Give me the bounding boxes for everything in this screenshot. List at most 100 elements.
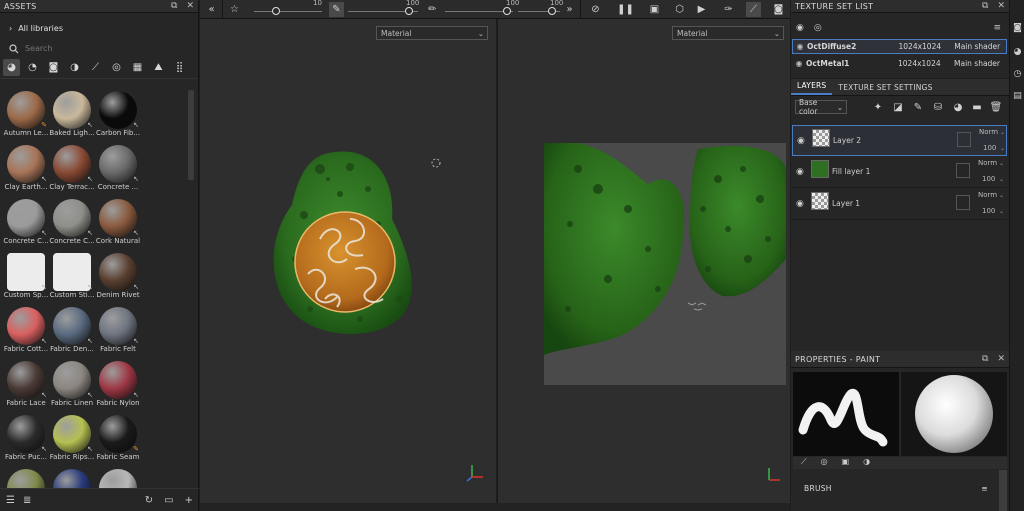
alpha-tab-icon[interactable]: ◎ <box>821 457 828 469</box>
close-panel-icon[interactable]: ✕ <box>186 1 194 11</box>
eye-icon[interactable]: ◉ <box>793 42 807 51</box>
collapse-left-icon[interactable]: « <box>204 2 219 17</box>
expand-toolbar-icon[interactable]: » <box>562 2 577 17</box>
close-panel-icon[interactable]: ✕ <box>997 1 1005 11</box>
pressure-brush-icon[interactable]: ✎ <box>329 2 344 17</box>
flow-slider-handle[interactable] <box>405 7 413 15</box>
material-tile[interactable]: ↖ Fabric Den... <box>49 304 95 358</box>
material-tile[interactable]: ↖ Concrete C... <box>3 196 49 250</box>
brush-section-header[interactable]: BRUSH ≡ <box>793 479 998 497</box>
camera-video-icon[interactable]: ▶ <box>694 2 709 17</box>
delete-layer-icon[interactable]: 🗑 <box>989 100 1003 114</box>
screenshot-camera-icon[interactable]: ◙ <box>771 2 786 17</box>
material-tile[interactable]: ↖ Denim Rivet <box>95 250 141 304</box>
list-view-icon[interactable]: ☰ <box>6 495 15 506</box>
float-panel-icon[interactable]: ⧉ <box>982 354 988 364</box>
brush-shape-icon[interactable]: ☆ <box>227 2 242 17</box>
texture-set-menu-icon[interactable]: ≡ <box>993 23 1001 33</box>
material-tile[interactable]: ↖ Fabric Rips... <box>49 412 95 466</box>
eye-icon[interactable]: ◉ <box>796 167 804 177</box>
eye-icon[interactable]: ◉ <box>796 199 804 209</box>
material-tile[interactable]: ↖ Clay Earth... <box>3 142 49 196</box>
filter-materials-icon[interactable]: ◕ <box>3 59 20 76</box>
paint-brush-icon[interactable]: ⟋ <box>746 2 761 17</box>
material-tile[interactable]: ↖ Carbon Fib... <box>95 88 141 142</box>
float-panel-icon[interactable]: ⧉ <box>982 1 988 11</box>
material-tile[interactable]: ↖ Clay Terrac... <box>49 142 95 196</box>
add-mask-icon[interactable]: ◪ <box>891 100 905 114</box>
material-tile[interactable]: ↖ Fabric Lace <box>3 358 49 412</box>
display-mode-icon[interactable]: ▣ <box>647 2 662 17</box>
material-tile[interactable]: ↖ Fabric Puc... <box>3 412 49 466</box>
blend-mode[interactable]: Norm <box>978 191 997 199</box>
layer-opacity[interactable]: 100 <box>982 175 995 183</box>
opacity-slider-handle[interactable] <box>503 7 511 15</box>
size-slider-handle[interactable] <box>272 7 280 15</box>
pause-icon[interactable]: ❚❚ <box>617 2 634 17</box>
layer-mask-slot[interactable] <box>956 163 970 178</box>
brush-tab-icon[interactable]: ⟋ <box>801 457 807 469</box>
symmetry-off-icon[interactable]: ⊘ <box>588 2 603 17</box>
material-tile[interactable]: ↖ Baked Ligh... <box>49 88 95 142</box>
material-tile[interactable]: ↖ Fabric Linen <box>49 358 95 412</box>
dropper-icon[interactable]: ✑ <box>721 2 736 17</box>
history-icon[interactable]: ◷ <box>1012 68 1023 79</box>
material-tile[interactable]: ↖ Concrete ... <box>95 142 141 196</box>
section-menu-icon[interactable]: ≡ <box>981 484 988 493</box>
texture-set-row[interactable]: ◉ OctMetal1 1024x1024 Main shader <box>792 56 1007 71</box>
search-input[interactable] <box>25 44 175 53</box>
layer-row[interactable]: ◉ Fill layer 1 Norm 100 ⌄ ⌄ <box>792 157 1007 188</box>
refresh-icon[interactable]: ↻ <box>145 495 153 506</box>
log-icon[interactable]: ▤ <box>1012 90 1023 101</box>
material-tile[interactable] <box>49 466 95 488</box>
add-paint-layer-icon[interactable]: ✎ <box>911 100 925 114</box>
channel-dropdown[interactable]: Base color ⌄ <box>795 98 847 116</box>
material-tile[interactable]: ↖ Custom Sti... <box>49 250 95 304</box>
layer-row[interactable]: ◉ Layer 1 Norm 100 ⌄ ⌄ <box>792 189 1007 220</box>
material-tile[interactable]: ✎ Fabric Seam <box>95 412 141 466</box>
eye-icon[interactable]: ◉ <box>797 136 805 146</box>
texture-set-row[interactable]: ◉ OctDiffuse2 1024x1024 Main shader <box>792 39 1007 54</box>
filter-brushes-icon[interactable]: ⟋ <box>87 59 104 76</box>
material-tile[interactable]: ↖ Fabric Felt <box>95 304 141 358</box>
stencil-tab-icon[interactable]: ▣ <box>842 457 850 469</box>
viewport-3d[interactable]: Material ⌄ <box>200 19 496 503</box>
filter-environments-icon[interactable]: ⛰ <box>150 59 167 76</box>
filter-alphas-icon[interactable]: ◎ <box>108 59 125 76</box>
float-panel-icon[interactable]: ⧉ <box>171 1 177 11</box>
details-view-icon[interactable]: ≣ <box>23 495 31 506</box>
blend-mode[interactable]: Norm <box>978 159 997 167</box>
layer-opacity[interactable]: 100 <box>982 207 995 215</box>
material-tile[interactable]: ✎ Autumn Le... <box>3 88 49 142</box>
add-folder-icon[interactable]: ▬ <box>970 100 984 114</box>
add-icon[interactable]: + <box>185 495 193 506</box>
material-tile[interactable]: ↖ Custom Sp... <box>3 250 49 304</box>
add-smart-material-icon[interactable]: ◕ <box>951 100 965 114</box>
filter-smart-materials-icon[interactable]: ◔ <box>24 59 41 76</box>
tab-layers[interactable]: LAYERS <box>791 81 833 95</box>
material-tab-icon[interactable]: ◑ <box>863 457 870 469</box>
assets-scrollbar[interactable] <box>188 90 194 180</box>
layer-mask-slot[interactable] <box>957 132 971 147</box>
eye-toggle-all-icon[interactable]: ◉ <box>796 23 804 33</box>
layer-opacity[interactable]: 100 <box>983 144 996 152</box>
filter-textures-icon[interactable]: ▦ <box>129 59 146 76</box>
eye-solo-icon[interactable]: ◎ <box>814 23 822 33</box>
add-effect-icon[interactable]: ✦ <box>871 100 885 114</box>
material-tile[interactable]: ↖ Cork Natural <box>95 196 141 250</box>
library-selector[interactable]: › All libraries <box>0 20 198 37</box>
material-tile[interactable]: ↖ Fabric Nylon <box>95 358 141 412</box>
viewport-2d[interactable]: Material ⌄ <box>497 19 790 503</box>
layer-row[interactable]: ◉ Layer 2 Norm 100 ⌄ ⌄ <box>792 125 1007 156</box>
stroke-opacity-icon[interactable]: ✏ <box>425 2 440 17</box>
material-tile[interactable] <box>95 466 141 488</box>
filter-grid-view-icon[interactable]: ⣿ <box>171 59 188 76</box>
add-fill-layer-icon[interactable]: ⛁ <box>931 100 945 114</box>
material-tile[interactable]: ↖ Concrete C... <box>49 196 95 250</box>
filter-smart-masks-icon[interactable]: ◑ <box>66 59 83 76</box>
tab-texture-set-settings[interactable]: TEXTURE SET SETTINGS <box>832 83 938 95</box>
size-slider[interactable] <box>254 11 322 12</box>
cube-view-icon[interactable]: ⬡ <box>672 2 687 17</box>
properties-scrollbar[interactable] <box>999 470 1007 511</box>
material-tile[interactable]: ↖ Fabric Cott... <box>3 304 49 358</box>
